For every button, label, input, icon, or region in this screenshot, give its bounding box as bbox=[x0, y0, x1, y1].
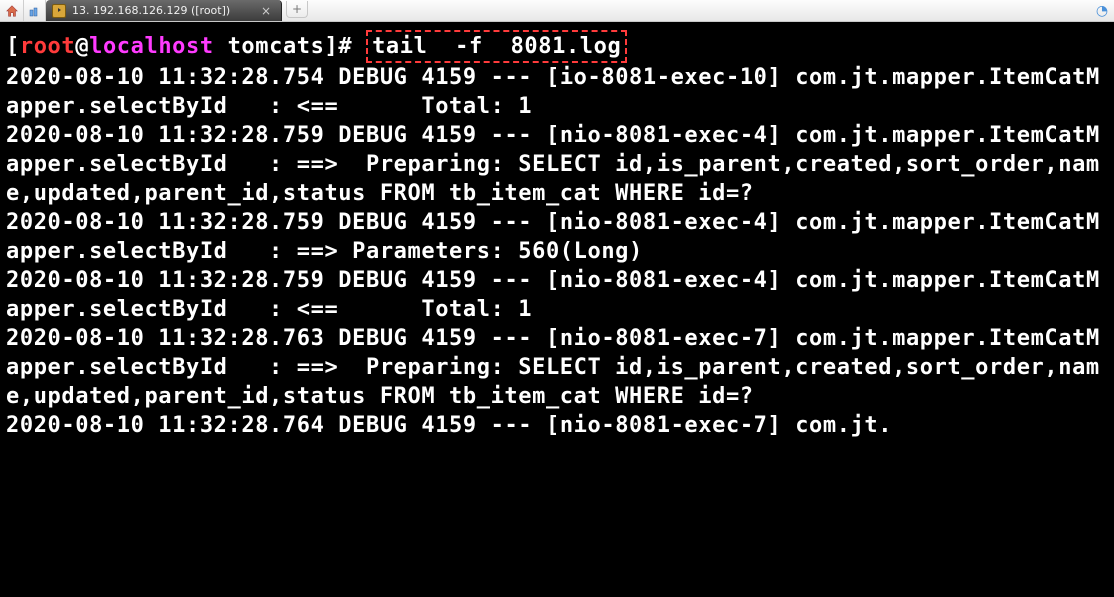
terminal-output[interactable]: [root@localhost tomcats]# tail -f 8081.l… bbox=[0, 22, 1114, 597]
prompt-end: # bbox=[338, 34, 366, 59]
prompt-dir: tomcats bbox=[228, 34, 325, 59]
command-flag: -f bbox=[455, 34, 483, 59]
servers-icon bbox=[29, 5, 41, 17]
tab-close-button[interactable]: × bbox=[261, 4, 271, 18]
command-file: 8081.log bbox=[511, 34, 622, 59]
prompt-at: @ bbox=[75, 34, 89, 59]
terminal-tab-icon bbox=[52, 4, 66, 18]
command-highlight: tail -f 8081.log bbox=[366, 30, 627, 63]
log-lines: 2020-08-10 11:32:28.754 DEBUG 4159 --- [… bbox=[6, 65, 1100, 438]
prompt-bracket-close: ] bbox=[325, 34, 339, 59]
tab-active[interactable]: 13. 192.168.126.129 ([root]) × bbox=[46, 0, 282, 21]
home-icon bbox=[5, 4, 19, 18]
help-button[interactable]: ◔ bbox=[1090, 0, 1114, 21]
window-chrome-bar: 13. 192.168.126.129 ([root]) × + ◔ bbox=[0, 0, 1114, 22]
prompt-host: localhost bbox=[89, 34, 214, 59]
servers-button[interactable] bbox=[24, 0, 46, 21]
tab-title: 13. 192.168.126.129 ([root]) bbox=[72, 4, 230, 17]
prompt-bracket-open: [ bbox=[6, 34, 20, 59]
home-button[interactable] bbox=[0, 0, 24, 21]
plus-icon: + bbox=[292, 2, 302, 16]
prompt-user: root bbox=[20, 34, 75, 59]
help-icon: ◔ bbox=[1096, 3, 1108, 19]
new-tab-button[interactable]: + bbox=[286, 1, 308, 18]
command-bin: tail bbox=[372, 34, 427, 59]
